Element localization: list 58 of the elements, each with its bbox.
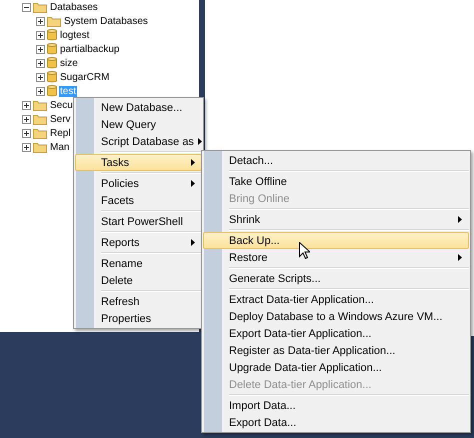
menu-item[interactable]: Properties [75, 310, 202, 327]
menu-item[interactable]: Policies [75, 175, 202, 192]
expander-icon[interactable] [36, 72, 45, 82]
menu-item[interactable]: Import Data... [203, 397, 469, 414]
menu-item[interactable]: Register as Data-tier Application... [203, 342, 469, 359]
database-icon [47, 29, 57, 41]
tree-item[interactable]: System Databases [63, 16, 149, 26]
tree-item[interactable]: Databases [49, 2, 99, 12]
menu-item[interactable]: Take Offline [203, 173, 469, 190]
expander-icon[interactable] [22, 142, 31, 152]
menu-item[interactable]: Facets [75, 192, 202, 209]
menu-item[interactable]: Back Up... [203, 232, 469, 249]
menu-item[interactable]: Script Database as [75, 133, 202, 150]
expander-icon[interactable] [22, 2, 31, 12]
expander-icon[interactable] [22, 128, 31, 138]
menu-item[interactable]: Detach... [203, 152, 469, 169]
menu-item[interactable]: Refresh [75, 293, 202, 310]
folder-icon [33, 100, 47, 110]
expander-icon[interactable] [36, 44, 45, 54]
menu-item[interactable]: Deploy Database to a Windows Azure VM... [203, 308, 469, 325]
expander-icon[interactable] [36, 86, 45, 96]
expander-icon[interactable] [22, 100, 31, 110]
tree-item[interactable]: SugarCRM [59, 72, 110, 82]
tree-item[interactable]: Secu [49, 100, 74, 110]
menu-item[interactable]: Rename [75, 255, 202, 272]
menu-item[interactable]: New Database... [75, 99, 202, 116]
tree-item[interactable]: Serv [49, 114, 72, 124]
menu-item[interactable]: Delete [75, 272, 202, 289]
menu-item[interactable]: Start PowerShell [75, 213, 202, 230]
menu-item[interactable]: Reports [75, 234, 202, 251]
database-icon [47, 57, 57, 69]
folder-icon [47, 16, 61, 26]
folder-icon [33, 142, 47, 152]
menu-item[interactable]: Restore [203, 249, 469, 266]
tree-item[interactable]: logtest [59, 30, 90, 40]
tree-item[interactable]: Man [49, 142, 70, 152]
database-icon [47, 71, 57, 83]
folder-icon [33, 2, 47, 12]
folder-icon [33, 128, 47, 138]
expander-icon[interactable] [36, 30, 45, 40]
tree-item[interactable]: Repl [49, 128, 72, 138]
database-icon [47, 85, 57, 97]
menu-item[interactable]: Upgrade Data-tier Application... [203, 359, 469, 376]
menu-item[interactable]: Extract Data-tier Application... [203, 291, 469, 308]
folder-icon [33, 114, 47, 124]
tree-item[interactable]: partialbackup [59, 44, 120, 54]
menu-item[interactable]: Generate Scripts... [203, 270, 469, 287]
expander-icon[interactable] [22, 114, 31, 124]
mouse-cursor-icon [299, 242, 310, 259]
tree-item[interactable]: size [59, 58, 79, 68]
menu-item[interactable]: Shrink [203, 211, 469, 228]
menu-item[interactable]: Export Data-tier Application... [203, 325, 469, 342]
menu-item[interactable]: Export Data... [203, 414, 469, 431]
database-icon [47, 43, 57, 55]
menu-item[interactable]: New Query [75, 116, 202, 133]
expander-icon[interactable] [36, 58, 45, 68]
menu-item[interactable]: Tasks [75, 154, 202, 171]
expander-icon[interactable] [36, 16, 45, 26]
